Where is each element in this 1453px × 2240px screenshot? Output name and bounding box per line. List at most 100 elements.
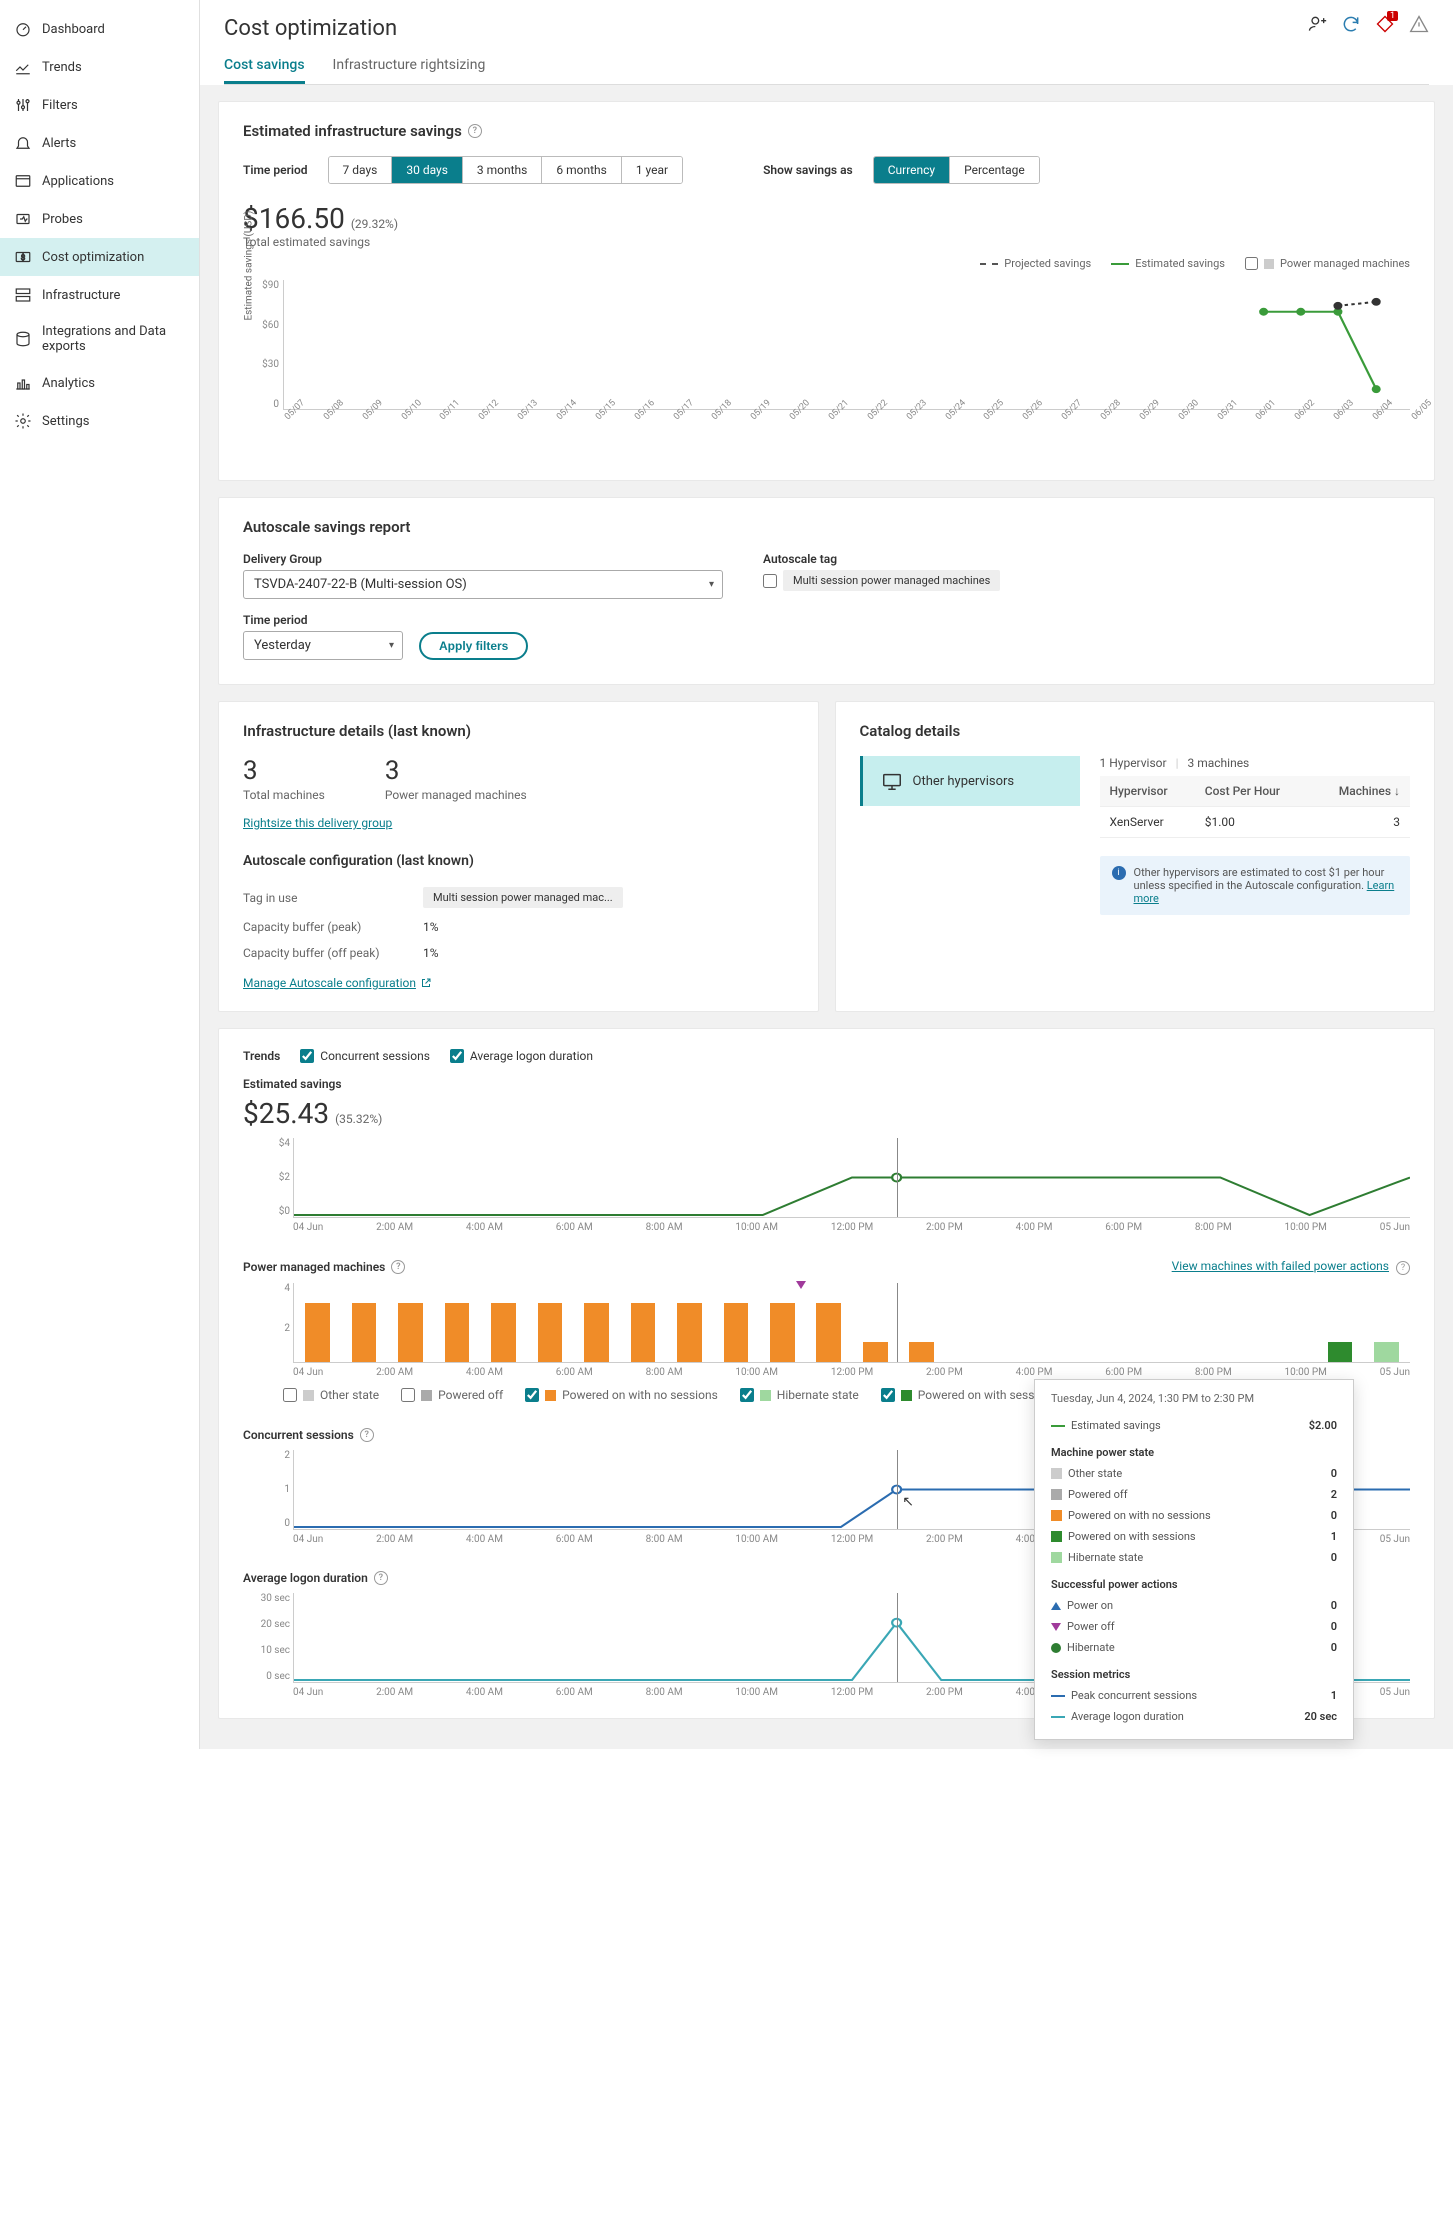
infrastructure-details-panel: Infrastructure details (last known) 3 To…: [218, 701, 819, 1012]
sidebar-item-label: Cost optimization: [42, 250, 144, 265]
chevron-down-icon: ▾: [389, 640, 394, 651]
show-as-currency[interactable]: Currency: [874, 157, 950, 183]
tooltip-header: Tuesday, Jun 4, 2024, 1:30 PM to 2:30 PM: [1051, 1392, 1337, 1405]
failed-power-link[interactable]: View machines with failed power actions: [1172, 1259, 1389, 1273]
sidebar-item-integrations[interactable]: Integrations and Data exports: [0, 314, 199, 364]
table-row[interactable]: XenServer $1.00 3: [1100, 807, 1411, 838]
tab-cost-savings[interactable]: Cost savings: [224, 49, 305, 84]
filters-icon: [14, 96, 32, 114]
estimated-savings-panel: Estimated infrastructure savings ? Time …: [218, 101, 1435, 481]
leg-pon-sess[interactable]: Powered on with sessions: [881, 1388, 1057, 1402]
warning-icon[interactable]: [1409, 14, 1429, 34]
legend-pm-machines[interactable]: Power managed machines: [1245, 257, 1410, 270]
panel-title-text: Infrastructure details (last known): [243, 722, 471, 740]
period-7days[interactable]: 7 days: [329, 157, 393, 183]
manage-autoscale-link[interactable]: Manage Autoscale configuration: [243, 976, 432, 990]
th-cost[interactable]: Cost Per Hour: [1195, 776, 1311, 807]
catalog-banner[interactable]: Other hypervisors: [860, 756, 1080, 806]
info-icon[interactable]: ?: [468, 124, 482, 138]
sidebar-item-probes[interactable]: Probes: [0, 200, 199, 238]
sidebar-item-label: Applications: [42, 174, 114, 189]
user-add-icon[interactable]: [1307, 14, 1327, 34]
legend-estimated[interactable]: Estimated savings: [1111, 257, 1225, 270]
info-icon[interactable]: ?: [1396, 1261, 1410, 1275]
delivery-group-select[interactable]: TSVDA-2407-22-B (Multi-session OS)▾: [243, 570, 723, 599]
bar: [1328, 1342, 1353, 1362]
sidebar-item-settings[interactable]: Settings: [0, 402, 199, 440]
sidebar-item-label: Trends: [42, 60, 82, 75]
period-6months[interactable]: 6 months: [542, 157, 621, 183]
leg-powered-off[interactable]: Powered off: [401, 1388, 503, 1402]
trends-label: Trends: [243, 1049, 280, 1063]
tag-in-use-value: Multi session power managed mac...: [423, 887, 623, 908]
sidebar-item-label: Settings: [42, 414, 89, 429]
sidebar-item-analytics[interactable]: Analytics: [0, 364, 199, 402]
show-as-group: Currency Percentage: [873, 156, 1040, 184]
pm-machines-value: 3: [385, 756, 527, 786]
bar: [305, 1303, 330, 1362]
sidebar-item-label: Probes: [42, 212, 83, 227]
sidebar-item-cost-optimization[interactable]: $ Cost optimization: [0, 238, 199, 276]
rightsize-link[interactable]: Rightsize this delivery group: [243, 816, 392, 830]
cursor-icon: ↖: [902, 1494, 914, 1510]
panel-title-text: Catalog details: [860, 722, 961, 740]
chevron-down-icon: ▾: [709, 579, 714, 590]
power-off-marker-icon: [796, 1281, 806, 1289]
hover-tooltip: Tuesday, Jun 4, 2024, 1:30 PM to 2:30 PM…: [1034, 1379, 1354, 1740]
period-1year[interactable]: 1 year: [622, 157, 682, 183]
time-period-select[interactable]: Yesterday▾: [243, 631, 403, 660]
sidebar-item-label: Infrastructure: [42, 288, 120, 303]
sidebar-item-filters[interactable]: Filters: [0, 86, 199, 124]
autoscale-config-title: Autoscale configuration (last known): [243, 853, 794, 869]
th-hypervisor[interactable]: Hypervisor: [1100, 776, 1195, 807]
show-as-percentage[interactable]: Percentage: [950, 157, 1039, 183]
svg-text:$: $: [21, 253, 25, 262]
bar: [1374, 1342, 1399, 1362]
sidebar-item-label: Filters: [42, 98, 78, 113]
sidebar-item-trends[interactable]: Trends: [0, 48, 199, 86]
autoscale-report-panel: Autoscale savings report Delivery Group …: [218, 497, 1435, 685]
tab-infrastructure-rightsizing[interactable]: Infrastructure rightsizing: [333, 49, 486, 84]
leg-hibernate-state[interactable]: Hibernate state: [740, 1388, 859, 1402]
period-3months[interactable]: 3 months: [463, 157, 542, 183]
savings-pct: (29.32%): [351, 217, 398, 231]
sidebar-item-label: Alerts: [42, 136, 76, 151]
bar: [491, 1303, 516, 1362]
sidebar-item-dashboard[interactable]: Dashboard: [0, 10, 199, 48]
sidebar-item-label: Integrations and Data exports: [42, 324, 185, 354]
autoscale-tag-checkbox[interactable]: Multi session power managed machines: [763, 570, 1000, 591]
sidebar-item-alerts[interactable]: Alerts: [0, 124, 199, 162]
sidebar-item-infrastructure[interactable]: Infrastructure: [0, 276, 199, 314]
time-period-label: Time period: [243, 613, 403, 627]
sidebar-item-applications[interactable]: Applications: [0, 162, 199, 200]
estimated-savings-chart: Estimated savings (USD) $90 $60 $30 0: [283, 280, 1410, 460]
notification-badge: 1: [1387, 11, 1398, 21]
tag-in-use-label: Tag in use: [243, 891, 423, 905]
bar: [770, 1303, 795, 1362]
tag-notification-icon[interactable]: 1: [1375, 14, 1395, 34]
apply-filters-button[interactable]: Apply filters: [419, 632, 528, 660]
bar: [631, 1303, 656, 1362]
bar: [816, 1303, 841, 1362]
sidebar: Dashboard Trends Filters Alerts Applicat…: [0, 0, 200, 1749]
refresh-icon[interactable]: [1341, 14, 1361, 34]
info-icon: i: [1112, 866, 1126, 880]
sidebar-item-label: Dashboard: [42, 22, 105, 37]
leg-other-state[interactable]: Other state: [283, 1388, 379, 1402]
show-as-label: Show savings as: [763, 163, 853, 177]
chk-avg-logon[interactable]: Average logon duration: [450, 1049, 593, 1063]
th-machines[interactable]: Machines ↓: [1311, 776, 1410, 807]
legend-projected[interactable]: Projected savings: [980, 257, 1091, 270]
integrations-icon: [14, 330, 32, 348]
leg-pon-nosess[interactable]: Powered on with no sessions: [525, 1388, 718, 1402]
bar: [445, 1303, 470, 1362]
pm-machines-label: Power managed machines: [385, 788, 527, 802]
bar: [584, 1303, 609, 1362]
chk-concurrent-sessions[interactable]: Concurrent sessions: [300, 1049, 430, 1063]
info-icon[interactable]: ?: [391, 1260, 405, 1274]
bell-icon: [14, 134, 32, 152]
info-icon[interactable]: ?: [374, 1571, 388, 1585]
period-30days[interactable]: 30 days: [392, 157, 463, 183]
info-icon[interactable]: ?: [360, 1428, 374, 1442]
bar: [909, 1342, 934, 1362]
